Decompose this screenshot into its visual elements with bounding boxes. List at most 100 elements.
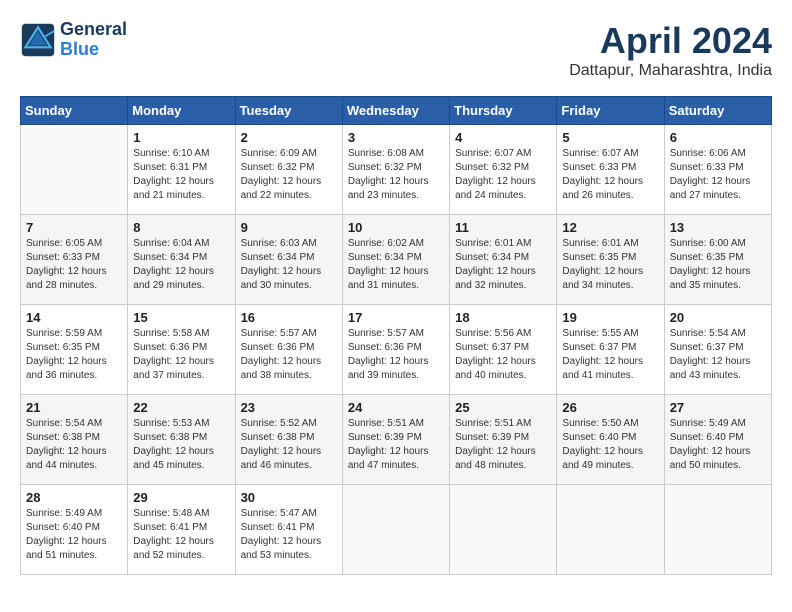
calendar-cell: 16 Sunrise: 5:57 AM Sunset: 6:36 PM Dayli… [235,305,342,395]
weekday-header-sunday: Sunday [21,97,128,125]
logo-text: General Blue [60,20,127,60]
day-number: 19 [562,310,658,325]
calendar-cell: 5 Sunrise: 6:07 AM Sunset: 6:33 PM Daylig… [557,125,664,215]
day-info: Sunrise: 5:49 AM Sunset: 6:40 PM Dayligh… [26,507,122,563]
calendar-cell: 7 Sunrise: 6:05 AM Sunset: 6:33 PM Daylig… [21,215,128,305]
day-number: 26 [562,400,658,415]
day-number: 11 [455,220,551,235]
calendar-cell: 1 Sunrise: 6:10 AM Sunset: 6:31 PM Daylig… [128,125,235,215]
calendar-cell: 27 Sunrise: 5:49 AM Sunset: 6:40 PM Dayli… [664,395,771,485]
calendar-cell: 12 Sunrise: 6:01 AM Sunset: 6:35 PM Dayli… [557,215,664,305]
calendar-week-row: 7 Sunrise: 6:05 AM Sunset: 6:33 PM Daylig… [21,215,772,305]
weekday-header-monday: Monday [128,97,235,125]
day-number: 5 [562,130,658,145]
weekday-header-thursday: Thursday [450,97,557,125]
day-number: 9 [241,220,337,235]
day-number: 18 [455,310,551,325]
calendar-cell: 10 Sunrise: 6:02 AM Sunset: 6:34 PM Dayli… [342,215,449,305]
day-info: Sunrise: 6:03 AM Sunset: 6:34 PM Dayligh… [241,237,337,293]
calendar-cell: 29 Sunrise: 5:48 AM Sunset: 6:41 PM Dayli… [128,485,235,575]
day-number: 29 [133,490,229,505]
day-number: 17 [348,310,444,325]
day-number: 12 [562,220,658,235]
calendar-table: SundayMondayTuesdayWednesdayThursdayFrid… [20,96,772,575]
day-number: 4 [455,130,551,145]
day-info: Sunrise: 5:48 AM Sunset: 6:41 PM Dayligh… [133,507,229,563]
calendar-week-row: 28 Sunrise: 5:49 AM Sunset: 6:40 PM Dayli… [21,485,772,575]
day-number: 30 [241,490,337,505]
title-block: April 2024 Dattapur, Maharashtra, India [569,20,772,80]
day-number: 28 [26,490,122,505]
day-info: Sunrise: 5:53 AM Sunset: 6:38 PM Dayligh… [133,417,229,473]
day-number: 3 [348,130,444,145]
day-number: 1 [133,130,229,145]
calendar-cell [450,485,557,575]
calendar-cell: 6Sunrise: 6:06 AM Sunset: 6:33 PM Daylig… [664,125,771,215]
calendar-cell: 14Sunrise: 5:59 AM Sunset: 6:35 PM Dayli… [21,305,128,395]
day-info: Sunrise: 5:51 AM Sunset: 6:39 PM Dayligh… [348,417,444,473]
day-number: 25 [455,400,551,415]
day-number: 22 [133,400,229,415]
calendar-cell: 17 Sunrise: 5:57 AM Sunset: 6:36 PM Dayli… [342,305,449,395]
day-number: 6 [670,130,766,145]
day-number: 10 [348,220,444,235]
logo-icon [20,22,56,58]
calendar-cell: 2Sunrise: 6:09 AM Sunset: 6:32 PM Daylig… [235,125,342,215]
day-info: Sunrise: 6:05 AM Sunset: 6:33 PM Dayligh… [26,237,122,293]
calendar-cell: 25Sunrise: 5:51 AM Sunset: 6:39 PM Dayli… [450,395,557,485]
day-number: 21 [26,400,122,415]
day-info: Sunrise: 5:57 AM Sunset: 6:36 PM Dayligh… [241,327,337,383]
weekday-header-friday: Friday [557,97,664,125]
calendar-week-row: 14Sunrise: 5:59 AM Sunset: 6:35 PM Dayli… [21,305,772,395]
calendar-cell: 13Sunrise: 6:00 AM Sunset: 6:35 PM Dayli… [664,215,771,305]
month-title: April 2024 [569,20,772,62]
calendar-cell: 26 Sunrise: 5:50 AM Sunset: 6:40 PM Dayli… [557,395,664,485]
calendar-cell [342,485,449,575]
calendar-week-row: 21Sunrise: 5:54 AM Sunset: 6:38 PM Dayli… [21,395,772,485]
day-info: Sunrise: 5:54 AM Sunset: 6:37 PM Dayligh… [670,327,766,383]
calendar-cell: 28 Sunrise: 5:49 AM Sunset: 6:40 PM Dayli… [21,485,128,575]
day-number: 13 [670,220,766,235]
calendar-cell: 22 Sunrise: 5:53 AM Sunset: 6:38 PM Dayli… [128,395,235,485]
calendar-cell: 18 Sunrise: 5:56 AM Sunset: 6:37 PM Dayli… [450,305,557,395]
day-info: Sunrise: 6:07 AM Sunset: 6:33 PM Dayligh… [562,147,658,203]
calendar-cell: 23Sunrise: 5:52 AM Sunset: 6:38 PM Dayli… [235,395,342,485]
weekday-header-tuesday: Tuesday [235,97,342,125]
day-info: Sunrise: 6:10 AM Sunset: 6:31 PM Dayligh… [133,147,229,203]
day-number: 27 [670,400,766,415]
day-number: 16 [241,310,337,325]
day-number: 2 [241,130,337,145]
calendar-cell [21,125,128,215]
day-number: 24 [348,400,444,415]
day-number: 8 [133,220,229,235]
weekday-header-row: SundayMondayTuesdayWednesdayThursdayFrid… [21,97,772,125]
day-info: Sunrise: 5:56 AM Sunset: 6:37 PM Dayligh… [455,327,551,383]
day-info: Sunrise: 6:02 AM Sunset: 6:34 PM Dayligh… [348,237,444,293]
day-number: 15 [133,310,229,325]
calendar-cell [557,485,664,575]
day-info: Sunrise: 5:50 AM Sunset: 6:40 PM Dayligh… [562,417,658,473]
calendar-week-row: 1 Sunrise: 6:10 AM Sunset: 6:31 PM Daylig… [21,125,772,215]
location: Dattapur, Maharashtra, India [569,62,772,80]
weekday-header-saturday: Saturday [664,97,771,125]
calendar-cell: 9 Sunrise: 6:03 AM Sunset: 6:34 PM Daylig… [235,215,342,305]
calendar-cell: 8Sunrise: 6:04 AM Sunset: 6:34 PM Daylig… [128,215,235,305]
calendar-cell: 19Sunrise: 5:55 AM Sunset: 6:37 PM Dayli… [557,305,664,395]
day-number: 7 [26,220,122,235]
day-info: Sunrise: 6:01 AM Sunset: 6:35 PM Dayligh… [562,237,658,293]
calendar-cell: 20 Sunrise: 5:54 AM Sunset: 6:37 PM Dayli… [664,305,771,395]
day-info: Sunrise: 5:58 AM Sunset: 6:36 PM Dayligh… [133,327,229,383]
calendar-cell: 30 Sunrise: 5:47 AM Sunset: 6:41 PM Dayli… [235,485,342,575]
day-info: Sunrise: 5:47 AM Sunset: 6:41 PM Dayligh… [241,507,337,563]
calendar-cell: 21Sunrise: 5:54 AM Sunset: 6:38 PM Dayli… [21,395,128,485]
day-number: 20 [670,310,766,325]
logo: General Blue [20,20,127,60]
day-info: Sunrise: 5:49 AM Sunset: 6:40 PM Dayligh… [670,417,766,473]
day-info: Sunrise: 6:08 AM Sunset: 6:32 PM Dayligh… [348,147,444,203]
day-info: Sunrise: 6:01 AM Sunset: 6:34 PM Dayligh… [455,237,551,293]
day-info: Sunrise: 6:07 AM Sunset: 6:32 PM Dayligh… [455,147,551,203]
day-info: Sunrise: 5:57 AM Sunset: 6:36 PM Dayligh… [348,327,444,383]
calendar-cell [664,485,771,575]
calendar-cell: 4 Sunrise: 6:07 AM Sunset: 6:32 PM Daylig… [450,125,557,215]
calendar-cell: 11 Sunrise: 6:01 AM Sunset: 6:34 PM Dayli… [450,215,557,305]
